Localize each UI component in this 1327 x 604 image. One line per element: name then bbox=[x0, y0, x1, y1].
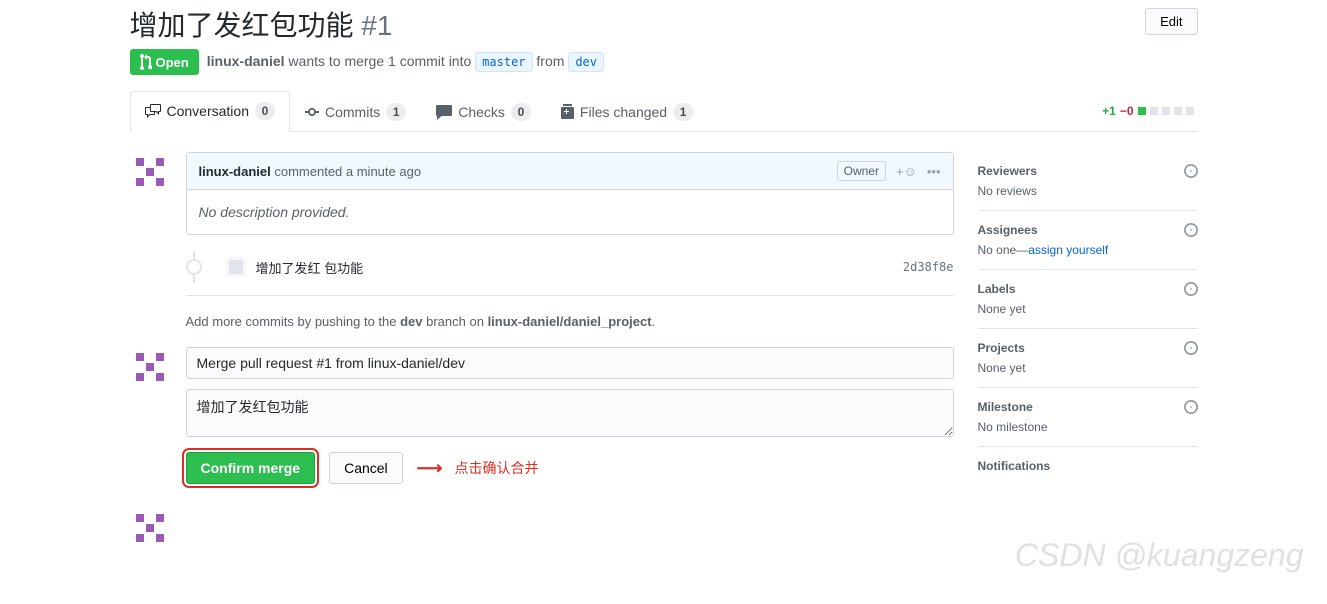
merge-description-textarea[interactable] bbox=[186, 389, 954, 437]
state-open-badge: Open bbox=[130, 49, 199, 75]
state-label: Open bbox=[156, 55, 189, 70]
commit-message[interactable]: 增加了发红 包功能 bbox=[256, 258, 893, 277]
cancel-button[interactable]: Cancel bbox=[329, 452, 403, 484]
git-commit-icon bbox=[186, 259, 202, 275]
owner-label: Owner bbox=[837, 161, 886, 181]
pr-tabnav: Conversation 0 Commits 1 Checks 0 Files … bbox=[130, 91, 1198, 132]
comment-author[interactable]: linux-daniel bbox=[199, 164, 271, 179]
annotation-arrow-icon: ⟶ bbox=[417, 458, 441, 479]
avatar[interactable] bbox=[130, 152, 170, 192]
deletions: −0 bbox=[1120, 104, 1134, 118]
git-pull-request-icon bbox=[140, 54, 152, 70]
tab-checks[interactable]: Checks 0 bbox=[421, 91, 546, 131]
gear-icon[interactable] bbox=[1184, 223, 1198, 237]
sidebar-assignees: Assignees No one—assign yourself bbox=[978, 211, 1198, 270]
commit-row[interactable]: 增加了发红 包功能 2d38f8e bbox=[186, 251, 954, 283]
avatar-glyph-icon bbox=[130, 508, 170, 548]
avatar[interactable] bbox=[130, 508, 170, 548]
assign-yourself-link[interactable]: assign yourself bbox=[1028, 243, 1108, 257]
additions: +1 bbox=[1102, 104, 1116, 118]
identicon-icon bbox=[229, 260, 243, 274]
diffstat[interactable]: +1 −0 bbox=[1102, 91, 1197, 131]
comment-discussion-icon bbox=[145, 103, 161, 119]
diff-icon bbox=[561, 104, 574, 120]
head-branch-pill[interactable]: dev bbox=[568, 52, 604, 72]
sidebar-notifications: Notifications bbox=[978, 447, 1198, 491]
tab-conversation[interactable]: Conversation 0 bbox=[130, 91, 291, 132]
checklist-icon bbox=[436, 104, 452, 120]
push-hint: Add more commits by pushing to the dev b… bbox=[186, 314, 954, 329]
avatar-glyph-icon bbox=[130, 347, 170, 387]
checks-count: 0 bbox=[511, 103, 531, 121]
merge-title-input[interactable] bbox=[186, 347, 954, 379]
kebab-icon[interactable]: ••• bbox=[927, 164, 941, 179]
comment-box: linux-daniel commented a minute ago Owne… bbox=[186, 152, 954, 235]
pr-number: #1 bbox=[361, 10, 392, 41]
commits-count: 1 bbox=[386, 103, 406, 121]
commit-sha[interactable]: 2d38f8e bbox=[903, 260, 954, 274]
confirm-merge-button[interactable]: Confirm merge bbox=[186, 452, 316, 484]
merge-description: linux-daniel wants to merge 1 commit int… bbox=[207, 52, 604, 72]
gear-icon[interactable] bbox=[1184, 164, 1198, 178]
pr-title-text: 增加了发红包功能 bbox=[130, 10, 354, 41]
gear-icon[interactable] bbox=[1184, 400, 1198, 414]
comment-timestamp: commented a minute ago bbox=[274, 164, 421, 179]
base-branch-pill[interactable]: master bbox=[475, 52, 532, 72]
sidebar-reviewers: Reviewers No reviews bbox=[978, 152, 1198, 211]
pr-title: 增加了发红包功能 #1 bbox=[130, 8, 1146, 43]
edit-button[interactable]: Edit bbox=[1145, 8, 1197, 35]
sidebar-projects: Projects None yet bbox=[978, 329, 1198, 388]
gear-icon[interactable] bbox=[1184, 282, 1198, 296]
gear-icon[interactable] bbox=[1184, 341, 1198, 355]
annotation-text: 点击确认合并 bbox=[454, 458, 538, 478]
avatar[interactable] bbox=[130, 347, 170, 387]
tab-files-changed[interactable]: Files changed 1 bbox=[546, 91, 708, 131]
files-count: 1 bbox=[673, 103, 693, 121]
sidebar-milestone: Milestone No milestone bbox=[978, 388, 1198, 447]
commit-avatar[interactable] bbox=[226, 257, 246, 277]
comment-body: No description provided. bbox=[187, 190, 953, 234]
conversation-count: 0 bbox=[255, 102, 275, 120]
sidebar-labels: Labels None yet bbox=[978, 270, 1198, 329]
add-reaction-icon[interactable]: +☺ bbox=[896, 164, 917, 179]
git-commit-icon bbox=[305, 104, 319, 120]
tab-commits[interactable]: Commits 1 bbox=[290, 91, 421, 131]
avatar-glyph-icon bbox=[130, 152, 170, 192]
pr-author[interactable]: linux-daniel bbox=[207, 53, 285, 69]
